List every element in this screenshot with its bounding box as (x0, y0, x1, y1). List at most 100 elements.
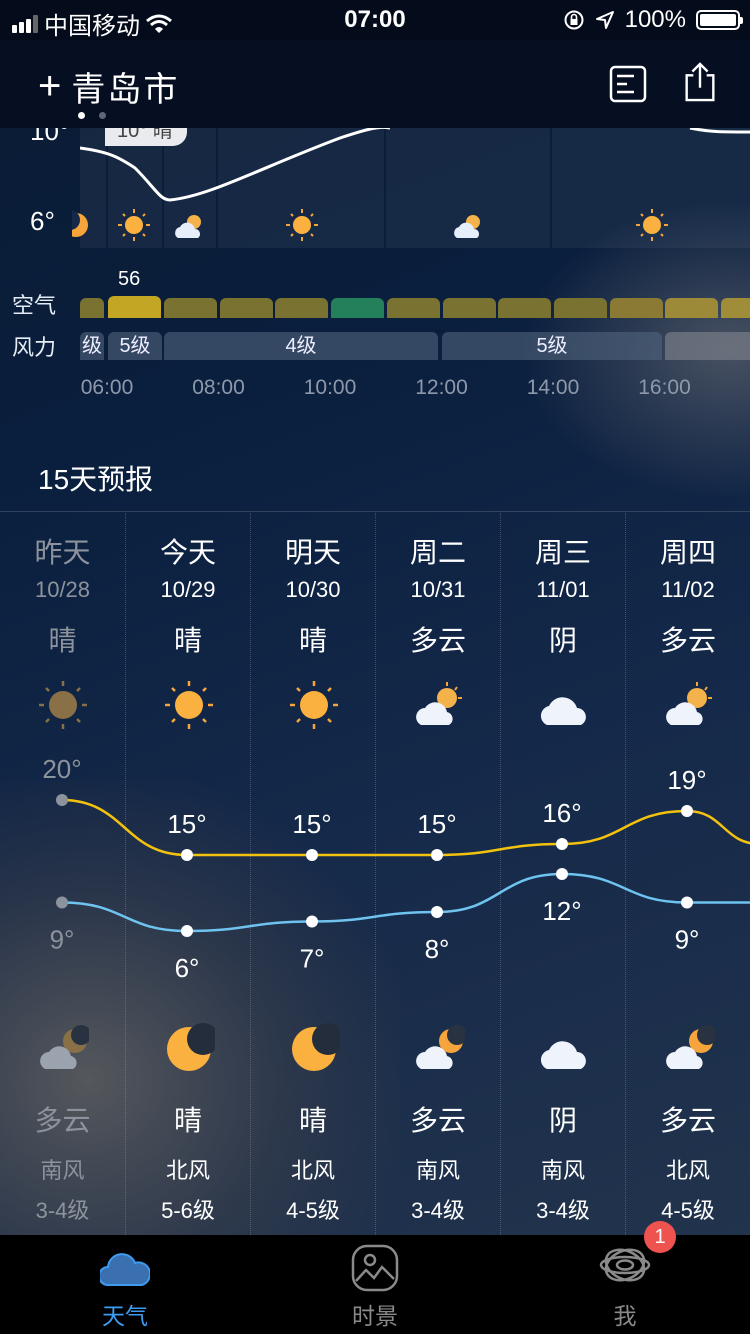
add-city-button[interactable]: + (38, 64, 63, 109)
cloud-moon-icon (666, 1025, 715, 1069)
location-icon (595, 11, 614, 29)
wind-level: 3-4级 (35, 1198, 90, 1223)
partly-cloudy-icon (454, 215, 480, 238)
wind-row-label: 风力 (12, 335, 57, 360)
tab-label: 我 (613, 1303, 637, 1329)
night-condition: 多云 (659, 1105, 716, 1136)
aqi-bar (220, 298, 273, 318)
wind-direction: 北风 (290, 1158, 335, 1183)
wind-segment: 5级 (442, 332, 662, 360)
wind-direction: 南风 (540, 1158, 585, 1183)
flower-icon (599, 1248, 651, 1282)
day-name: 周三 (534, 537, 591, 568)
cloud-icon (100, 1253, 150, 1286)
time-tick: 08:00 (192, 376, 245, 399)
page-dot-active[interactable] (78, 112, 85, 119)
partly-cloudy-icon (175, 215, 201, 238)
forecast-day[interactable]: 明天 10/30 晴晴北风 4-5级 (250, 513, 375, 1235)
hourly-axis-bottom: 6° (30, 206, 55, 236)
day-date: 10/31 (410, 577, 466, 602)
share-icon[interactable] (680, 62, 720, 102)
forecast-day[interactable]: 周三 11/01 阴阴南风 3-4级 (500, 513, 625, 1235)
aqi-bar (554, 298, 607, 318)
wind-segment: 级 (80, 332, 104, 360)
day-condition: 晴 (48, 625, 77, 656)
cloud-icon (540, 697, 586, 725)
night-condition: 晴 (298, 1105, 327, 1136)
aqi-bar (108, 296, 161, 318)
time-tick: 12:00 (415, 376, 468, 399)
day-condition: 晴 (173, 625, 202, 656)
list-icon[interactable] (608, 64, 648, 104)
photo-icon (351, 1244, 399, 1292)
day-name: 今天 (159, 537, 216, 568)
wind-direction: 北风 (165, 1158, 210, 1183)
aqi-bar (665, 298, 718, 318)
moon-icon (292, 1023, 340, 1071)
moon-icon (167, 1023, 215, 1071)
cloud-moon-icon (40, 1025, 89, 1069)
wind-level: 4-5级 (286, 1198, 340, 1223)
time-tick: 06:00 (80, 376, 134, 399)
time-tick: 16:00 (638, 376, 691, 399)
day-condition: 晴 (298, 625, 327, 656)
day-condition: 阴 (548, 625, 577, 656)
day-name: 明天 (284, 537, 341, 568)
status-bar: 中国移动 07:00 100% (0, 0, 750, 40)
day-date: 10/28 (34, 577, 91, 602)
hourly-forecast[interactable]: 10° 晴 10° 6° 空气 风力 56 级 5级 4级 5级 06:00 08:00… (0, 128, 750, 420)
aqi-bar (443, 298, 496, 318)
city-selector[interactable]: + 青岛市 (38, 62, 179, 111)
aqi-bar (721, 298, 750, 318)
aqi-value: 56 (118, 268, 141, 290)
day-date: 10/30 (285, 577, 341, 602)
day-name: 周四 (659, 537, 716, 568)
forecast-day[interactable]: 今天 10/29 晴晴北风 5-6级 (125, 513, 250, 1235)
hour-tooltip: 10° 晴 (105, 128, 187, 146)
day-name: 昨天 (34, 537, 91, 568)
tab-label: 天气 (102, 1303, 148, 1329)
wind-level: 3-4级 (536, 1198, 590, 1223)
wind-segment: 5级 (108, 332, 162, 360)
day-condition: 多云 (659, 625, 716, 656)
hourly-axis-top: 10° (30, 128, 70, 146)
time-tick: 18:00 (736, 376, 750, 400)
sun-icon (165, 681, 213, 729)
wind-segment: 4级 (164, 332, 438, 360)
time-tick: 10:00 (303, 376, 357, 399)
tab-weather[interactable]: 天气 (0, 1235, 250, 1334)
aqi-bar (80, 298, 104, 318)
day-date: 11/02 (661, 577, 715, 602)
partly-cloudy-icon (416, 682, 462, 725)
tab-me[interactable]: 我 (500, 1235, 750, 1334)
wind-level: 3-4级 (411, 1198, 465, 1223)
battery-icon (696, 10, 743, 30)
aqi-bar (387, 298, 440, 318)
city-name[interactable]: 青岛市 (71, 62, 179, 111)
forecast-day[interactable]: 周二 10/31 多云 多云 南风 3-4级 (375, 513, 500, 1235)
night-condition: 多云 (409, 1105, 466, 1136)
notification-badge: 1 (644, 1221, 676, 1253)
night-condition: 多云 (34, 1105, 91, 1136)
tab-label: 时景 (352, 1303, 398, 1329)
moon-icon (72, 210, 88, 237)
forecast-day[interactable]: 昨天 10/28 晴多云 南风 3-4级 (0, 513, 125, 1235)
forecast-day[interactable]: 周四 11/02 多云 多云 北风 4-5级 (625, 513, 750, 1235)
day-date: 11/01 (536, 577, 590, 602)
sun-icon (118, 209, 150, 241)
night-condition: 阴 (548, 1105, 577, 1136)
wind-segment (665, 332, 750, 360)
cloud-icon (540, 1041, 586, 1069)
sun-icon (636, 209, 668, 241)
aqi-bar (610, 298, 663, 318)
wind-level: 4-5级 (661, 1198, 715, 1223)
page-dot[interactable] (99, 112, 106, 119)
aqi-bar (498, 298, 551, 318)
aqi-bar (331, 298, 384, 318)
day-date: 10/29 (160, 577, 216, 602)
forecast-15day[interactable]: 昨天 10/28 晴多云 南风 3-4级 今天 10/29 晴晴北风 5-6级 明天 10/30 晴晴… (0, 513, 750, 1235)
wind-level: 5-6级 (161, 1198, 215, 1223)
tab-scenes[interactable]: 时景 (250, 1235, 500, 1334)
battery-percent: 100% (624, 6, 686, 33)
wind-direction: 南风 (415, 1158, 460, 1183)
